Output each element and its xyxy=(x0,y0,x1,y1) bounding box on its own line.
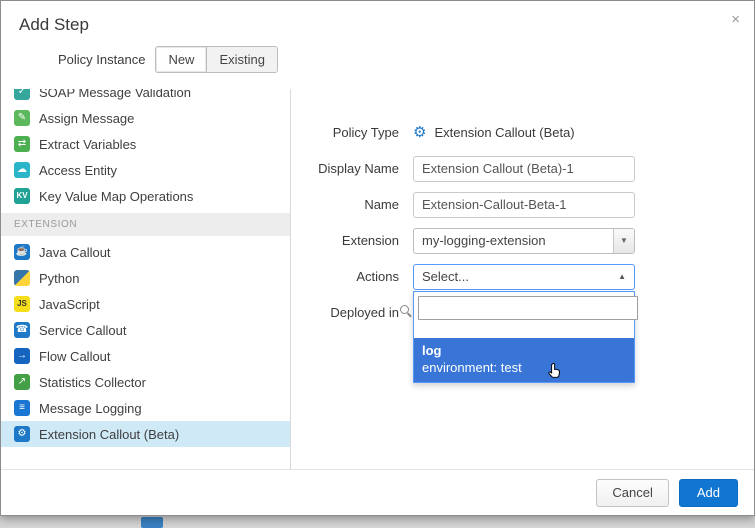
policy-instance-new-button[interactable]: New xyxy=(156,47,206,72)
actions-row: Actions Select... ▲ log environment: xyxy=(291,263,754,290)
add-button[interactable]: Add xyxy=(679,479,738,507)
modal-title: Add Step xyxy=(19,15,89,34)
policy-instance-label: Policy Instance xyxy=(58,52,145,67)
display-name-label: Display Name xyxy=(291,161,399,176)
policy-instance-toggle: New Existing xyxy=(155,46,278,73)
policy-instance-existing-button[interactable]: Existing xyxy=(206,47,277,72)
display-name-row: Display Name xyxy=(291,155,754,182)
policy-type-label: Policy Type xyxy=(291,125,399,140)
modal-header: Add Step × xyxy=(1,1,754,39)
actions-combobox-value: Select... xyxy=(422,269,469,284)
soap-message-validation-icon: ✓ xyxy=(14,89,30,100)
display-name-input[interactable] xyxy=(413,156,635,182)
policy-type-row: Policy Type ⚙ Extension Callout (Beta) xyxy=(291,119,754,146)
add-step-modal: Add Step × Policy Instance New Existing … xyxy=(0,0,755,516)
policy-item-statistics-collector[interactable]: ↗ Statistics Collector xyxy=(1,369,290,395)
extract-variables-icon: ⇄ xyxy=(14,136,30,152)
policy-item-java-callout[interactable]: ☕ Java Callout xyxy=(1,239,290,265)
search-icon xyxy=(400,305,409,314)
policy-item-extension-callout-beta[interactable]: ⚙ Extension Callout (Beta) xyxy=(1,421,290,447)
policy-item-python[interactable]: Python xyxy=(1,265,290,291)
service-callout-icon: ☎ xyxy=(14,322,30,338)
deployed-in-label: Deployed in xyxy=(291,305,399,320)
policy-item-javascript[interactable]: JS JavaScript xyxy=(1,291,290,317)
extension-label: Extension xyxy=(291,233,399,248)
policy-list: ✓ SOAP Message Validation ✎ Assign Messa… xyxy=(1,89,291,469)
actions-combobox[interactable]: Select... ▲ xyxy=(413,264,635,290)
message-logging-icon: ≡ xyxy=(14,400,30,416)
action-option-description: environment: test xyxy=(422,359,626,376)
statistics-collector-icon: ↗ xyxy=(14,374,30,390)
name-input[interactable] xyxy=(413,192,635,218)
policy-item-label: Extract Variables xyxy=(39,137,136,152)
policy-item-assign-message[interactable]: ✎ Assign Message xyxy=(1,105,290,131)
policy-item-label: Key Value Map Operations xyxy=(39,189,193,204)
extension-select[interactable]: my-logging-extension ▼ xyxy=(413,228,635,254)
flow-callout-icon: → xyxy=(14,348,30,364)
policy-item-label: Java Callout xyxy=(39,245,111,260)
policy-item-label: Access Entity xyxy=(39,163,117,178)
policy-item-key-value-map-operations[interactable]: KV Key Value Map Operations xyxy=(1,183,290,209)
policy-item-label: Statistics Collector xyxy=(39,375,146,390)
key-value-map-operations-icon: KV xyxy=(14,188,30,204)
policy-item-label: Flow Callout xyxy=(39,349,111,364)
policy-instance-row: Policy Instance New Existing xyxy=(1,39,754,83)
policy-item-label: Assign Message xyxy=(39,111,134,126)
actions-label: Actions xyxy=(291,269,399,284)
background-page xyxy=(0,516,755,528)
actions-dropdown: log environment: test xyxy=(413,291,635,383)
actions-search-input[interactable] xyxy=(418,296,638,320)
policy-form: Policy Type ⚙ Extension Callout (Beta) D… xyxy=(291,89,754,469)
policy-item-label: Message Logging xyxy=(39,401,142,416)
policy-type-icon: ⚙ xyxy=(413,125,426,140)
name-label: Name xyxy=(291,197,399,212)
chevron-down-icon: ▼ xyxy=(613,229,634,253)
policy-item-soap-message-validation[interactable]: ✓ SOAP Message Validation xyxy=(1,89,290,105)
actions-search xyxy=(418,299,638,316)
cursor-pointer-icon xyxy=(546,362,564,380)
policy-item-label: JavaScript xyxy=(39,297,100,312)
extension-callout-icon: ⚙ xyxy=(14,426,30,442)
assign-message-icon: ✎ xyxy=(14,110,30,126)
modal-content: ✓ SOAP Message Validation ✎ Assign Messa… xyxy=(1,89,754,469)
chevron-up-icon: ▲ xyxy=(618,272,626,281)
policy-item-flow-callout[interactable]: → Flow Callout xyxy=(1,343,290,369)
python-icon xyxy=(14,270,30,286)
policy-type-value: ⚙ Extension Callout (Beta) xyxy=(413,125,575,140)
policy-item-service-callout[interactable]: ☎ Service Callout xyxy=(1,317,290,343)
modal-footer: Cancel Add xyxy=(1,469,754,515)
background-icon xyxy=(141,517,163,528)
policy-item-message-logging[interactable]: ≡ Message Logging xyxy=(1,395,290,421)
cancel-button[interactable]: Cancel xyxy=(596,479,668,507)
policy-type-text: Extension Callout (Beta) xyxy=(434,125,574,140)
close-icon[interactable]: × xyxy=(731,12,740,27)
actions-control: Select... ▲ log environment: test xyxy=(413,264,635,290)
action-option-name: log xyxy=(422,342,626,359)
policy-item-label: Extension Callout (Beta) xyxy=(39,427,179,442)
policy-item-extract-variables[interactable]: ⇄ Extract Variables xyxy=(1,131,290,157)
policy-item-label: SOAP Message Validation xyxy=(39,89,191,100)
extension-select-value: my-logging-extension xyxy=(414,233,613,248)
extension-section-header: EXTENSION xyxy=(1,213,290,236)
action-option-log[interactable]: log environment: test xyxy=(414,338,634,382)
policy-item-label: Python xyxy=(39,271,79,286)
access-entity-icon: ☁ xyxy=(14,162,30,178)
javascript-icon: JS xyxy=(14,296,30,312)
name-row: Name xyxy=(291,191,754,218)
policy-item-access-entity[interactable]: ☁ Access Entity xyxy=(1,157,290,183)
extension-row: Extension my-logging-extension ▼ xyxy=(291,227,754,254)
java-callout-icon: ☕ xyxy=(14,244,30,260)
policy-item-label: Service Callout xyxy=(39,323,126,338)
